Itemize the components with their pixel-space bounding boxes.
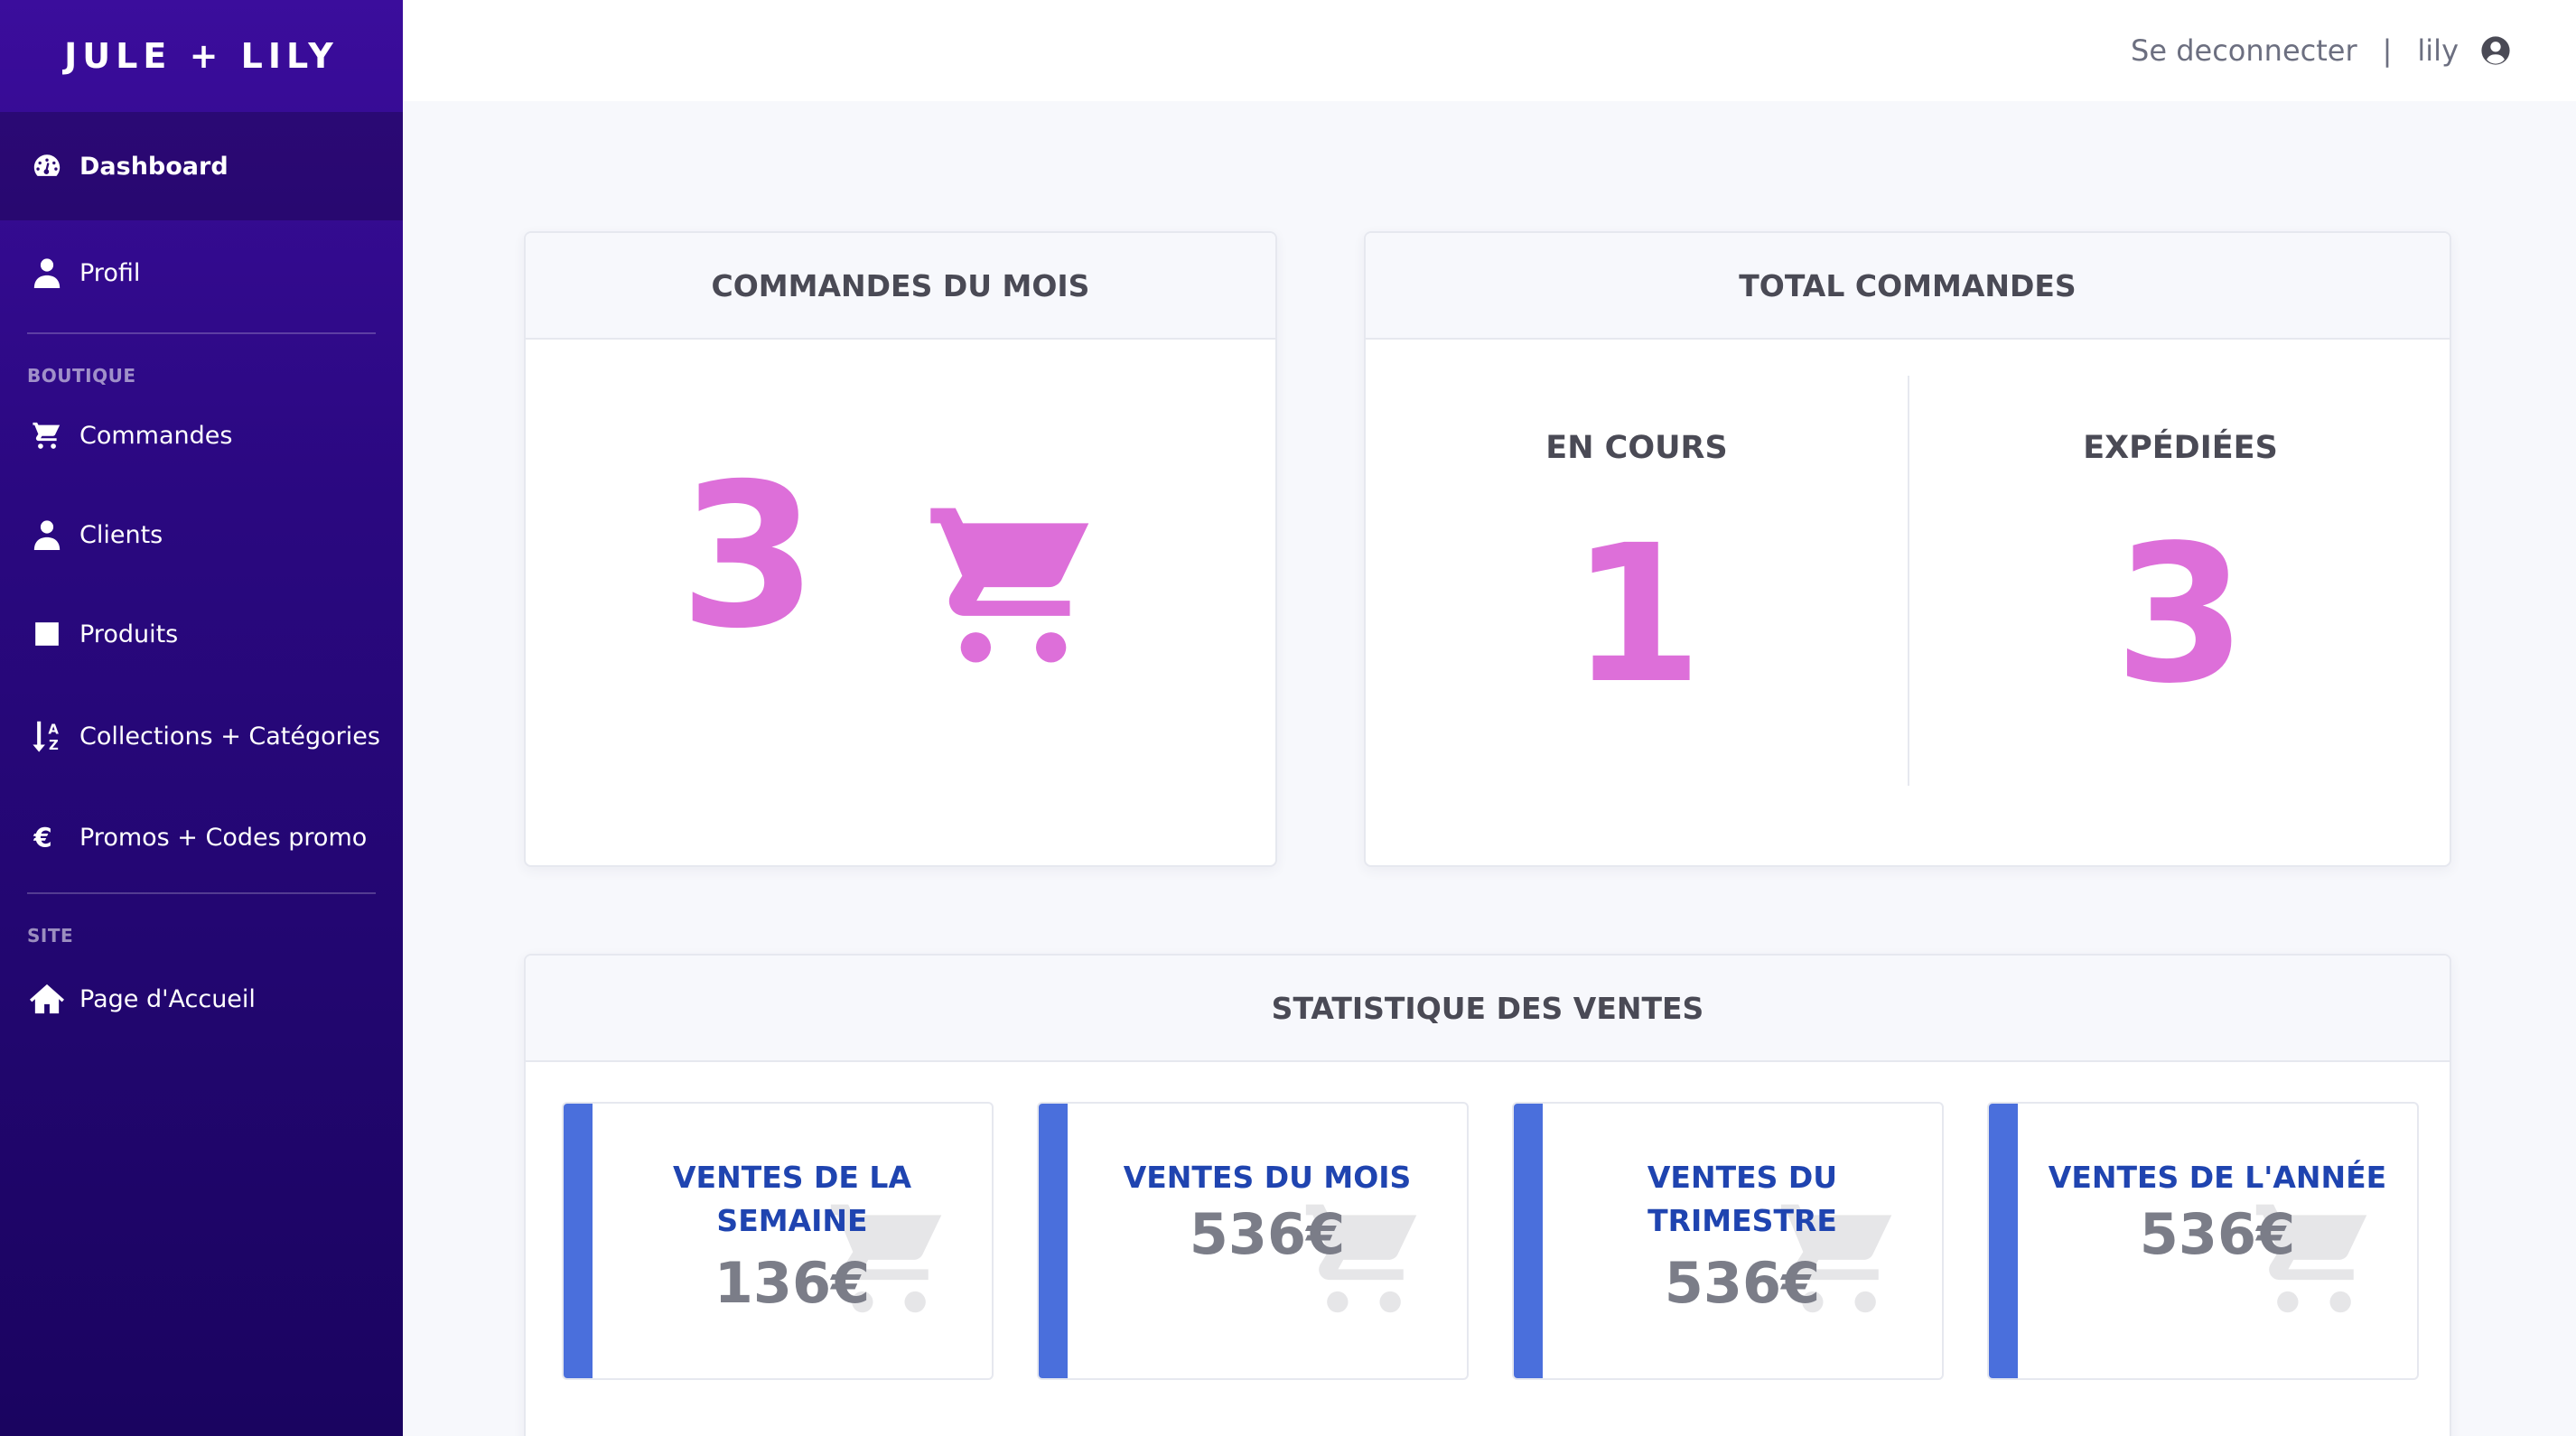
separator: | — [2382, 33, 2393, 68]
section-label-site: SITE — [27, 925, 74, 946]
sidebar-item-commandes[interactable]: Commandes — [0, 387, 403, 484]
card-title: COMMANDES DU MOIS — [526, 233, 1275, 340]
month-orders-count: 3 — [679, 441, 818, 672]
sales-amount: 136€ — [714, 1250, 871, 1316]
label-line: SEMAINE — [716, 1203, 868, 1238]
sales-tile-quarter[interactable]: VENTES DU TRIMESTRE 536€ — [1512, 1102, 1944, 1380]
svg-text:A: A — [48, 721, 59, 737]
sidebar-item-label: Dashboard — [79, 152, 229, 181]
top-navbar: Se deconnecter | lily — [403, 0, 2576, 101]
sidebar-item-label: Clients — [79, 520, 163, 549]
month-orders-card: COMMANDES DU MOIS 3 — [524, 231, 1277, 867]
sort-az-icon: AZ — [27, 716, 67, 756]
sales-amount: 536€ — [1189, 1201, 1346, 1267]
sales-tile-month[interactable]: VENTES DU MOIS 536€ — [1037, 1102, 1469, 1380]
accent-bar — [1989, 1104, 2018, 1378]
in-progress-count: 1 — [1570, 504, 1703, 725]
user-circle-icon[interactable] — [2480, 35, 2511, 66]
accent-bar — [1039, 1104, 1068, 1378]
home-icon — [27, 979, 67, 1019]
total-orders-card: TOTAL COMMANDES EN COURS 1 EXPÉDIÉES 3 — [1364, 231, 2451, 867]
sidebar-item-produits[interactable]: Produits — [0, 585, 403, 683]
user-icon — [27, 515, 67, 555]
shipped-count: 3 — [2114, 504, 2247, 725]
sidebar-item-label: Produits — [79, 620, 179, 648]
sales-tile-label: VENTES DE L'ANNÉE — [2018, 1156, 2417, 1199]
sidebar-item-label: Profil — [79, 258, 141, 287]
sidebar-item-label: Commandes — [79, 421, 233, 450]
cart-icon — [923, 493, 1104, 677]
sidebar-item-label: Collections + Catégories — [79, 722, 380, 751]
label-line: TRIMESTRE — [1647, 1203, 1837, 1238]
sales-tile-week[interactable]: VENTES DE LA SEMAINE 136€ — [562, 1102, 994, 1380]
accent-bar — [564, 1104, 593, 1378]
card-title: TOTAL COMMANDES — [1366, 233, 2450, 340]
shipped-label: EXPÉDIÉES — [2083, 430, 2278, 466]
square-icon — [27, 614, 67, 654]
label-line: VENTES DE LA — [673, 1160, 911, 1195]
euro-icon: € — [27, 817, 67, 857]
sales-stats-card: STATISTIQUE DES VENTES VENTES DE LA SEMA… — [524, 954, 2451, 1436]
sales-tile-label: VENTES DU MOIS — [1068, 1156, 1467, 1199]
label-line: VENTES DE L'ANNÉE — [2048, 1160, 2387, 1195]
sidebar: JULE + LILY Dashboard Profil BOUTIQUE Co… — [0, 0, 403, 1436]
shipped-column: EXPÉDIÉES 3 — [1909, 340, 2450, 865]
sales-tile-label: VENTES DE LA SEMAINE — [593, 1156, 992, 1243]
dashboard-icon — [27, 146, 67, 186]
sales-amount: 536€ — [2139, 1201, 2296, 1267]
sales-amount: 536€ — [1664, 1250, 1821, 1316]
sidebar-item-label: Page d'Accueil — [79, 984, 256, 1013]
card-body: 3 — [526, 340, 1275, 865]
svg-text:€: € — [33, 823, 51, 852]
label-line: VENTES DU — [1647, 1160, 1838, 1195]
cart-icon — [27, 415, 67, 455]
section-label-boutique: BOUTIQUE — [27, 365, 136, 387]
accent-bar — [1514, 1104, 1543, 1378]
sidebar-item-promos[interactable]: € Promos + Codes promo — [0, 789, 403, 885]
brand-logo[interactable]: JULE + LILY — [0, 0, 403, 112]
card-title: STATISTIQUE DES VENTES — [526, 956, 2450, 1062]
sidebar-item-profil[interactable]: Profil — [0, 220, 403, 325]
sales-tile-label: VENTES DU TRIMESTRE — [1543, 1156, 1942, 1243]
user-icon — [27, 253, 67, 293]
label-line: VENTES DU MOIS — [1123, 1160, 1412, 1195]
sidebar-divider — [27, 892, 376, 894]
in-progress-label: EN COURS — [1545, 430, 1728, 466]
logout-link[interactable]: Se deconnecter — [2131, 33, 2357, 68]
sidebar-item-label: Promos + Codes promo — [79, 823, 368, 852]
svg-text:Z: Z — [49, 737, 59, 753]
sidebar-item-clients[interactable]: Clients — [0, 484, 403, 585]
sidebar-item-collections[interactable]: AZ Collections + Catégories — [0, 683, 403, 789]
sidebar-item-dashboard[interactable]: Dashboard — [0, 112, 403, 220]
sales-tile-year[interactable]: VENTES DE L'ANNÉE 536€ — [1987, 1102, 2419, 1380]
card-body: EN COURS 1 EXPÉDIÉES 3 — [1366, 340, 2450, 865]
username-link[interactable]: lily — [2417, 33, 2459, 68]
sidebar-item-home[interactable]: Page d'Accueil — [0, 946, 403, 1051]
in-progress-column: EN COURS 1 — [1366, 340, 1908, 865]
sidebar-divider — [27, 332, 376, 334]
